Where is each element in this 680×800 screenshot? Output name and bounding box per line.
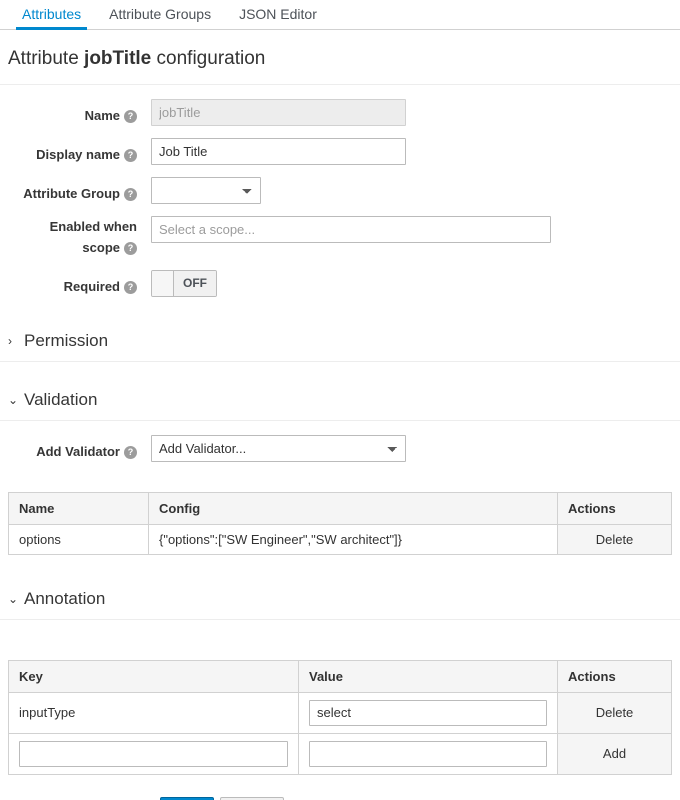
page-title: Attribute jobTitle configuration: [0, 30, 680, 85]
attribute-form: Name? Display name? Attribute Group? Ena…: [0, 85, 680, 299]
annotation-delete-button[interactable]: Delete: [557, 692, 672, 734]
annotation-new-key-input[interactable]: [19, 740, 288, 767]
form-row-display-name: Display name?: [0, 138, 680, 166]
table-row: Add: [8, 732, 672, 775]
form-row-required: Required? OFF: [0, 269, 680, 299]
enabled-when-scope-label-line2: scope: [82, 239, 120, 255]
help-icon[interactable]: ?: [124, 110, 137, 123]
form-row-attribute-group: Attribute Group?: [0, 177, 680, 205]
validators-header-actions: Actions: [557, 492, 672, 525]
display-name-label: Display name?: [0, 138, 145, 165]
validators-table-head: Name Config Actions: [8, 492, 672, 525]
scope-select-input[interactable]: [151, 216, 551, 244]
help-icon[interactable]: ?: [124, 188, 137, 202]
table-row: inputType Delete: [8, 692, 672, 734]
required-control: OFF: [145, 269, 680, 299]
display-name-control: [145, 138, 680, 166]
validation-form: Add Validator? Add Validator...: [0, 421, 680, 462]
form-actions: Save Cancel: [0, 775, 680, 800]
attribute-group-label: Attribute Group?: [0, 177, 145, 204]
section-validation[interactable]: ⌄ Validation: [0, 380, 680, 421]
table-header-row: Key Value Actions: [8, 660, 672, 693]
section-annotation-title: Annotation: [24, 588, 106, 608]
name-label-text: Name: [84, 108, 120, 123]
page-title-suffix: configuration: [156, 48, 266, 69]
tab-json-editor[interactable]: JSON Editor: [225, 7, 331, 29]
annotations-table-body: inputType Delete Add: [8, 692, 672, 775]
help-icon[interactable]: ?: [124, 149, 137, 163]
add-validator-label-text: Add Validator: [36, 443, 120, 459]
add-validator-select[interactable]: Add Validator...: [151, 434, 406, 462]
form-row-name: Name?: [0, 99, 680, 126]
name-control: [145, 99, 680, 126]
annotation-new-value-input[interactable]: [309, 740, 547, 767]
display-name-label-text: Display name: [36, 147, 120, 163]
tab-attributes[interactable]: Attributes: [8, 7, 95, 30]
annotations-header-value: Value: [298, 660, 558, 693]
help-icon[interactable]: ?: [124, 445, 137, 459]
attribute-group-control: [145, 177, 680, 205]
attribute-group-label-text: Attribute Group: [23, 186, 120, 202]
page-title-prefix: Attribute: [8, 48, 79, 69]
section-validation-title: Validation: [24, 389, 98, 409]
tab-bar: Attributes Attribute Groups JSON Editor: [0, 0, 680, 30]
enabled-when-scope-control: [145, 216, 680, 244]
annotations-table: Key Value Actions inputType Delete Add: [8, 659, 672, 775]
required-toggle-knob: [152, 270, 174, 296]
annotations-header-actions: Actions: [557, 660, 672, 693]
annotation-new-key-cell: [8, 732, 299, 775]
validator-config-cell: {"options":["SW Engineer","SW architect"…: [148, 524, 558, 555]
annotation-value-input[interactable]: [309, 699, 547, 726]
enabled-when-scope-label: Enabled when scope?: [0, 216, 145, 257]
annotation-key-cell: inputType: [8, 692, 299, 734]
name-input[interactable]: [151, 99, 406, 126]
section-permission[interactable]: › Permission: [0, 321, 680, 362]
required-toggle-state: OFF: [174, 270, 216, 296]
required-toggle[interactable]: OFF: [151, 269, 217, 297]
table-row: options {"options":["SW Engineer","SW ar…: [8, 524, 672, 555]
required-label-text: Required: [63, 278, 120, 294]
annotations-header-key: Key: [8, 660, 299, 693]
name-label: Name?: [0, 99, 145, 126]
chevron-down-icon: ⌄: [8, 591, 19, 606]
annotations-table-head: Key Value Actions: [8, 660, 672, 693]
section-permission-title: Permission: [24, 330, 109, 350]
add-validator-label: Add Validator?: [0, 435, 145, 462]
add-validator-control: Add Validator...: [145, 434, 680, 462]
help-icon[interactable]: ?: [124, 280, 137, 294]
validator-delete-button[interactable]: Delete: [557, 524, 672, 555]
chevron-down-icon: ⌄: [8, 392, 19, 407]
display-name-input[interactable]: [151, 138, 406, 166]
validators-table-body: options {"options":["SW Engineer","SW ar…: [8, 524, 672, 555]
validator-name-cell: options: [8, 524, 149, 555]
page-title-attribute-name: jobTitle: [84, 48, 152, 69]
annotation-value-cell: [298, 692, 558, 734]
section-annotation[interactable]: ⌄ Annotation: [0, 579, 680, 620]
annotation-new-value-cell: [298, 732, 558, 775]
table-header-row: Name Config Actions: [8, 492, 672, 525]
validators-header-name: Name: [8, 492, 149, 525]
tab-attribute-groups[interactable]: Attribute Groups: [95, 7, 225, 29]
form-row-enabled-when-scope: Enabled when scope?: [0, 216, 680, 257]
form-row-add-validator: Add Validator? Add Validator...: [0, 434, 680, 462]
validators-table: Name Config Actions options {"options":[…: [8, 491, 672, 555]
required-label: Required?: [0, 270, 145, 297]
help-icon[interactable]: ?: [124, 241, 137, 255]
validators-header-config: Config: [148, 492, 558, 525]
chevron-right-icon: ›: [8, 333, 12, 348]
annotation-add-button[interactable]: Add: [557, 732, 672, 775]
enabled-when-scope-label-line1: Enabled when: [49, 219, 137, 235]
attribute-group-select[interactable]: [151, 177, 261, 205]
